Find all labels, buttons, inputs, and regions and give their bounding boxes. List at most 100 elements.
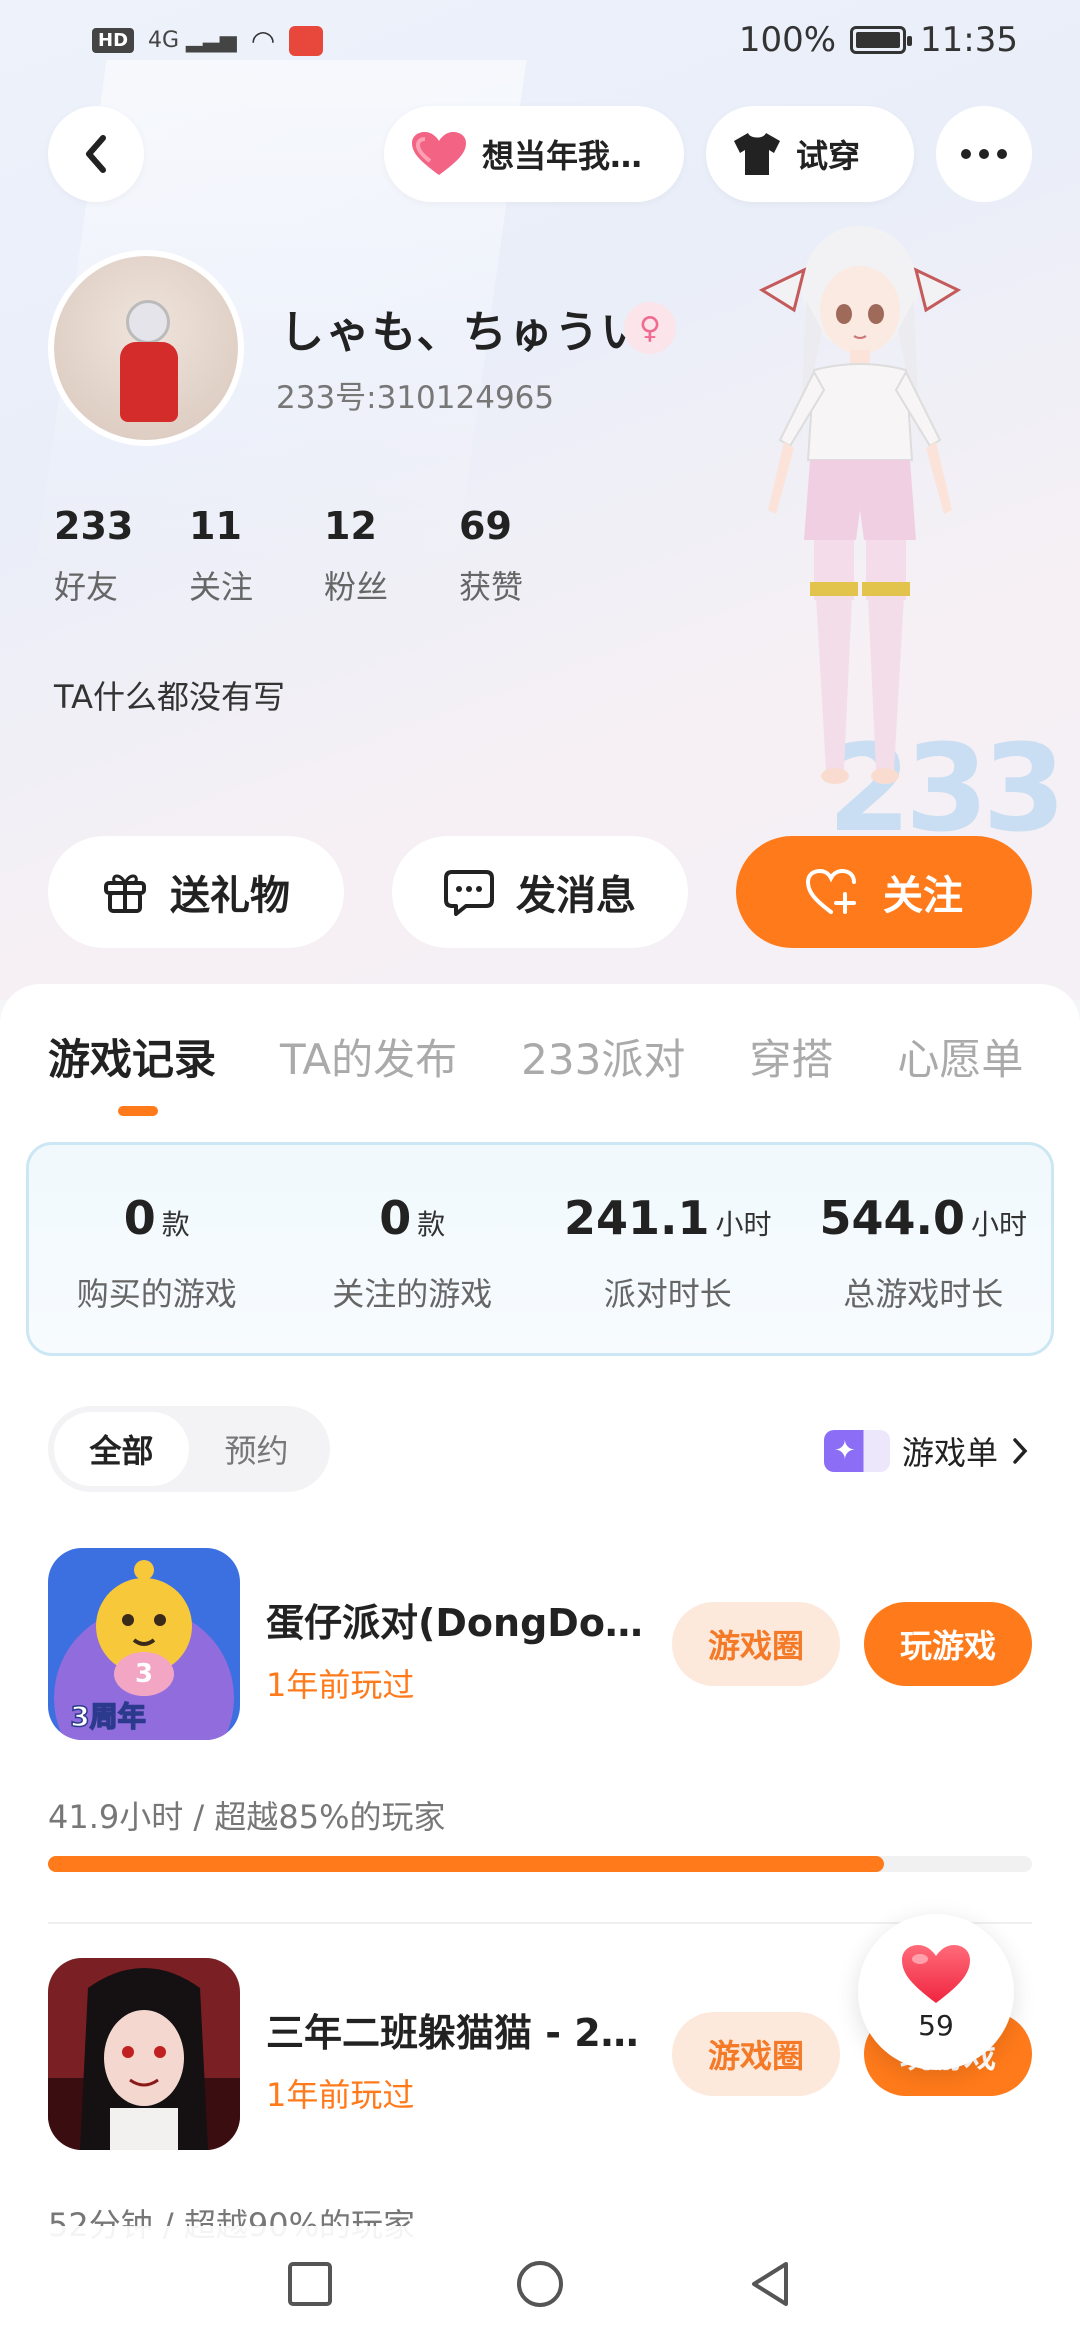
network-type: 4G xyxy=(148,28,180,53)
game-playtime-stat: 41.9小时 / 超越85%的玩家 xyxy=(48,1798,446,1836)
tab-wishlist[interactable]: 心愿单 xyxy=(897,1026,1023,1087)
try-on-button[interactable]: 试穿 xyxy=(706,106,914,202)
tab-233-party[interactable]: 233派对 xyxy=(521,1026,685,1087)
filter-all[interactable]: 全部 xyxy=(54,1412,189,1486)
game-circle-button[interactable]: 游戏圈 xyxy=(672,2012,840,2096)
heart-icon xyxy=(902,1944,970,2003)
send-gift-label: 送礼物 xyxy=(170,873,290,919)
chevron-left-icon xyxy=(86,135,106,173)
stat-label: 关注 xyxy=(189,568,254,606)
clock: 11:35 xyxy=(920,20,1018,60)
filter-reserved[interactable]: 预约 xyxy=(189,1412,324,1486)
sparkle-icon: ✦ xyxy=(823,1430,890,1472)
game-filter-toggle: 全部 预约 xyxy=(48,1406,330,1492)
summary-label: 关注的游戏 xyxy=(332,1275,493,1313)
more-options-button[interactable] xyxy=(936,106,1032,202)
play-game-button[interactable]: 玩游戏 xyxy=(864,1602,1032,1686)
mood-status-button[interactable]: 想当年我… xyxy=(384,106,684,202)
list-divider xyxy=(48,1922,1032,1924)
game-last-played: 1年前玩过 xyxy=(266,1666,415,1704)
summary-value: 0 xyxy=(379,1191,412,1245)
summary-value: 241.1 xyxy=(563,1191,710,1245)
heart-icon xyxy=(412,132,466,175)
stat-likes[interactable]: 69 获赞 xyxy=(459,504,594,608)
summary-purchased-games[interactable]: 0款 购买的游戏 xyxy=(29,1145,285,1353)
profile-hero: 233 HD 4G ▂▃▅ ◠ 100% 11:35 想当年我… 试穿 しゃも、… xyxy=(0,0,1080,1000)
chat-bubble-icon xyxy=(444,870,494,916)
recent-apps-icon[interactable] xyxy=(284,2258,336,2310)
progress-fill xyxy=(48,1856,885,1872)
send-gift-button[interactable]: 送礼物 xyxy=(48,836,344,948)
more-dots-icon xyxy=(961,149,1007,159)
game-icon-badge: 3周年 xyxy=(70,1700,145,1733)
stat-following[interactable]: 11 关注 xyxy=(189,504,324,608)
heart-plus-icon xyxy=(805,868,856,914)
summary-unit: 款 xyxy=(417,1208,446,1241)
female-gender-icon: ♀ xyxy=(624,302,676,354)
game-icon[interactable]: 3 3周年 xyxy=(48,1548,240,1740)
summary-unit: 小时 xyxy=(971,1208,1028,1241)
game-list-label: 游戏单 xyxy=(901,1434,998,1472)
stat-value: 69 xyxy=(459,504,512,548)
profile-stats: 233 好友 11 关注 12 粉丝 69 获赞 xyxy=(54,504,594,608)
game-playtime-progress xyxy=(48,1856,1032,1872)
summary-total-play-time[interactable]: 544.0 小时 总游戏时长 xyxy=(796,1145,1052,1353)
notification-app-icon xyxy=(289,25,324,56)
home-icon[interactable] xyxy=(514,2258,566,2310)
content-panel: 游戏记录 TA的发布 233派对 穿搭 心愿单 0款 购买的游戏 0款 关注的游… xyxy=(0,984,1080,2340)
summary-value: 0 xyxy=(123,1191,156,1245)
avatar-character-figure[interactable] xyxy=(740,210,980,840)
send-message-label: 发消息 xyxy=(516,873,636,919)
summary-unit: 款 xyxy=(161,1208,190,1241)
game-list-link[interactable]: ✦ 游戏单 xyxy=(823,1428,1030,1474)
gamelist-icon-glyph: ✦ xyxy=(833,1436,856,1466)
game-icon[interactable] xyxy=(48,1958,240,2150)
stat-label: 粉丝 xyxy=(324,568,389,606)
floating-like-button[interactable]: 59 xyxy=(858,1914,1014,2070)
stat-value: 11 xyxy=(189,504,242,548)
game-item[interactable]: 3 3周年 蛋仔派对(DongDo… 1年前玩过 游戏圈 玩游戏 xyxy=(48,1548,1048,1744)
like-count: 59 xyxy=(918,2008,954,2042)
gender-symbol: ♀ xyxy=(639,310,661,346)
user-id: 233号:310124965 xyxy=(276,380,555,416)
summary-unit: 小时 xyxy=(715,1208,772,1241)
tab-posts[interactable]: TA的发布 xyxy=(280,1026,457,1087)
battery-percent: 100% xyxy=(738,20,837,60)
follow-button[interactable]: 关注 xyxy=(736,836,1032,948)
profile-tabs: 游戏记录 TA的发布 233派对 穿搭 心愿单 xyxy=(48,1026,1080,1087)
stat-value: 12 xyxy=(324,504,377,548)
active-tab-indicator xyxy=(118,1106,158,1116)
stat-fans[interactable]: 12 粉丝 xyxy=(324,504,459,608)
gift-icon xyxy=(104,874,146,913)
back-button[interactable] xyxy=(48,106,144,202)
game-circle-button[interactable]: 游戏圈 xyxy=(672,1602,840,1686)
svg-text:3: 3 xyxy=(135,1659,153,1689)
summary-label: 总游戏时长 xyxy=(843,1275,1004,1313)
battery-icon xyxy=(850,26,913,54)
follow-label: 关注 xyxy=(883,873,963,919)
game-last-played: 1年前玩过 xyxy=(266,2076,415,2114)
tab-game-records[interactable]: 游戏记录 xyxy=(48,1026,216,1087)
stat-friends[interactable]: 233 好友 xyxy=(54,504,189,608)
status-bar: HD 4G ▂▃▅ ◠ 100% 11:35 xyxy=(0,0,1080,86)
hd-indicator: HD xyxy=(92,28,135,53)
stat-label: 获赞 xyxy=(459,568,524,606)
chevron-right-icon xyxy=(1013,1438,1028,1464)
send-message-button[interactable]: 发消息 xyxy=(392,836,688,948)
summary-label: 购买的游戏 xyxy=(76,1275,237,1313)
avatar[interactable] xyxy=(48,250,244,446)
game-title: 三年二班躲猫猫 - 2… xyxy=(266,2011,639,2055)
summary-party-time[interactable]: 241.1 小时 派对时长 xyxy=(540,1145,796,1353)
system-navigation-bar xyxy=(0,2226,1080,2340)
summary-value: 544.0 xyxy=(819,1191,965,1245)
stat-value: 233 xyxy=(54,504,134,548)
wifi-icon: ◠ xyxy=(250,24,276,57)
username: しゃも、ちゅうい xyxy=(280,307,647,358)
try-on-label: 试穿 xyxy=(796,137,861,175)
tab-outfits[interactable]: 穿搭 xyxy=(749,1026,833,1087)
summary-followed-games[interactable]: 0款 关注的游戏 xyxy=(285,1145,541,1353)
game-summary-card: 0款 购买的游戏 0款 关注的游戏 241.1 小时 派对时长 544.0 小时 总… xyxy=(26,1142,1054,1356)
signal-icon: 4G ▂▃▅ xyxy=(148,28,237,53)
back-nav-icon[interactable] xyxy=(744,2258,796,2310)
bio-text: TA什么都没有写 xyxy=(54,678,285,716)
